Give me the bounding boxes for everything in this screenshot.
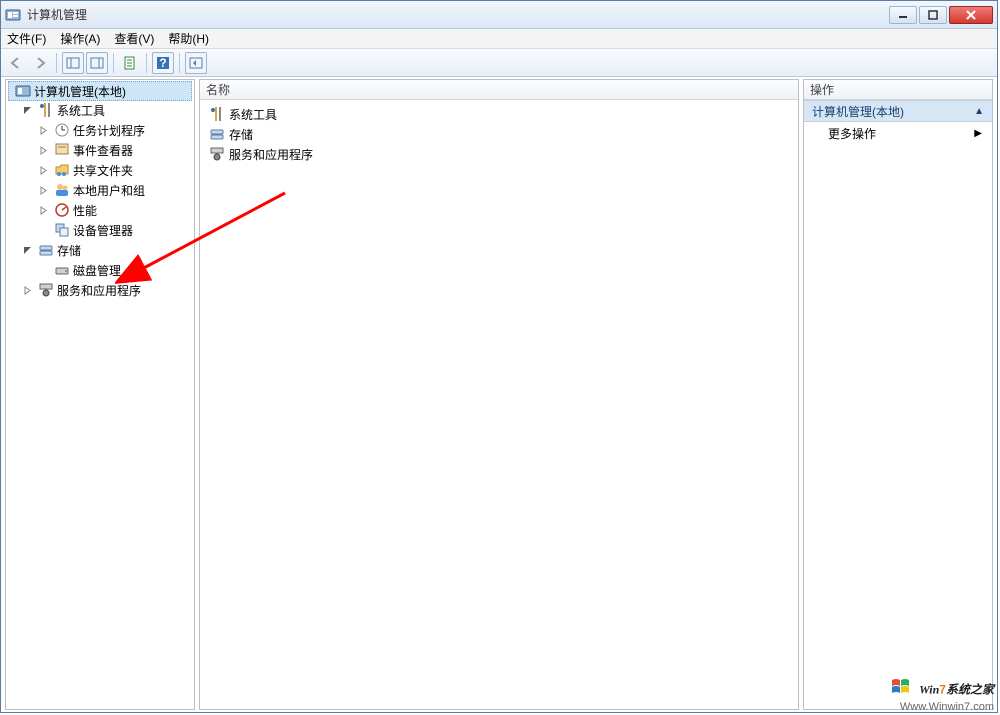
tree-system-tools-label: 系统工具 — [57, 102, 105, 119]
list-column-header[interactable]: 名称 — [200, 80, 798, 100]
minimize-button[interactable] — [889, 6, 917, 24]
services-apps-icon — [209, 146, 225, 162]
back-button[interactable] — [5, 52, 27, 74]
menu-bar: 文件(F) 操作(A) 查看(V) 帮助(H) — [1, 29, 997, 49]
tree-local-users-groups-label: 本地用户和组 — [73, 182, 145, 199]
app-icon — [5, 7, 21, 23]
collapse-icon[interactable] — [22, 245, 33, 256]
toolbar-separator — [113, 53, 114, 73]
tree-disk-management-label: 磁盘管理 — [73, 262, 121, 279]
submenu-arrow-icon: ▶ — [974, 128, 982, 139]
list-panel: 名称 系统工具 存储 服务和应用程序 — [199, 79, 799, 710]
tree-event-viewer[interactable]: 事件查看器 — [6, 140, 194, 160]
tree-device-manager-label: 设备管理器 — [73, 222, 133, 239]
tree-event-viewer-label: 事件查看器 — [73, 142, 133, 159]
disk-management-icon — [54, 262, 70, 278]
services-apps-icon — [38, 282, 54, 298]
navigation-tree-panel: 计算机管理(本地) 系统工具 任务计划程序 事件查看器 — [5, 79, 195, 710]
storage-icon — [38, 242, 54, 258]
actions-header: 操作 — [804, 80, 992, 100]
expand-icon[interactable] — [22, 285, 33, 296]
close-button[interactable] — [949, 6, 993, 24]
tree-device-manager[interactable]: 设备管理器 — [6, 220, 194, 240]
event-viewer-icon — [54, 142, 70, 158]
users-icon — [54, 182, 70, 198]
system-tools-icon — [38, 102, 54, 118]
actions-group-title[interactable]: 计算机管理(本地) ▲ — [804, 100, 992, 122]
collapse-arrow-icon: ▲ — [974, 106, 984, 117]
actions-panel: 操作 计算机管理(本地) ▲ 更多操作 ▶ — [803, 79, 993, 710]
computer-management-icon — [15, 83, 31, 99]
device-manager-icon — [54, 222, 70, 238]
storage-icon — [209, 126, 225, 142]
help-button[interactable]: ? — [152, 52, 174, 74]
window-title: 计算机管理 — [27, 6, 889, 23]
actions-more[interactable]: 更多操作 ▶ — [804, 122, 992, 144]
tree-task-scheduler-label: 任务计划程序 — [73, 122, 145, 139]
toolbar-separator — [179, 53, 180, 73]
tree-local-users-groups[interactable]: 本地用户和组 — [6, 180, 194, 200]
tree-disk-management[interactable]: 磁盘管理 — [6, 260, 194, 280]
tree-task-scheduler[interactable]: 任务计划程序 — [6, 120, 194, 140]
clock-icon — [54, 122, 70, 138]
list-item-storage[interactable]: 存储 — [200, 124, 798, 144]
shared-folder-icon — [54, 162, 70, 178]
tree-shared-folders-label: 共享文件夹 — [73, 162, 133, 179]
expand-icon[interactable] — [38, 205, 49, 216]
performance-icon — [54, 202, 70, 218]
tree-system-tools[interactable]: 系统工具 — [6, 100, 194, 120]
show-hide-action-button[interactable] — [86, 52, 108, 74]
tree-storage-label: 存储 — [57, 242, 81, 259]
tree-services-apps[interactable]: 服务和应用程序 — [6, 280, 194, 300]
tree-root-label: 计算机管理(本地) — [34, 83, 126, 100]
toolbar: ? — [1, 49, 997, 77]
menu-file[interactable]: 文件(F) — [7, 30, 46, 47]
collapse-icon[interactable] — [22, 105, 33, 116]
forward-button[interactable] — [29, 52, 51, 74]
menu-action[interactable]: 操作(A) — [60, 30, 100, 47]
toolbar-separator — [146, 53, 147, 73]
tree-performance-label: 性能 — [73, 202, 97, 219]
expand-icon[interactable] — [38, 125, 49, 136]
tree-services-apps-label: 服务和应用程序 — [57, 282, 141, 299]
maximize-button[interactable] — [919, 6, 947, 24]
window-titlebar: 计算机管理 — [1, 1, 997, 29]
toolbar-separator — [56, 53, 57, 73]
tree-performance[interactable]: 性能 — [6, 200, 194, 220]
system-tools-icon — [209, 106, 225, 122]
refresh-button[interactable] — [185, 52, 207, 74]
show-hide-tree-button[interactable] — [62, 52, 84, 74]
menu-help[interactable]: 帮助(H) — [168, 30, 209, 47]
svg-text:?: ? — [159, 56, 166, 70]
expand-icon[interactable] — [38, 165, 49, 176]
list-item-system-tools[interactable]: 系统工具 — [200, 104, 798, 124]
properties-button[interactable] — [119, 52, 141, 74]
expand-icon[interactable] — [38, 185, 49, 196]
expand-icon[interactable] — [38, 145, 49, 156]
tree-root[interactable]: 计算机管理(本地) — [8, 81, 192, 101]
tree-shared-folders[interactable]: 共享文件夹 — [6, 160, 194, 180]
tree-storage[interactable]: 存储 — [6, 240, 194, 260]
list-item-services-apps[interactable]: 服务和应用程序 — [200, 144, 798, 164]
menu-view[interactable]: 查看(V) — [114, 30, 154, 47]
